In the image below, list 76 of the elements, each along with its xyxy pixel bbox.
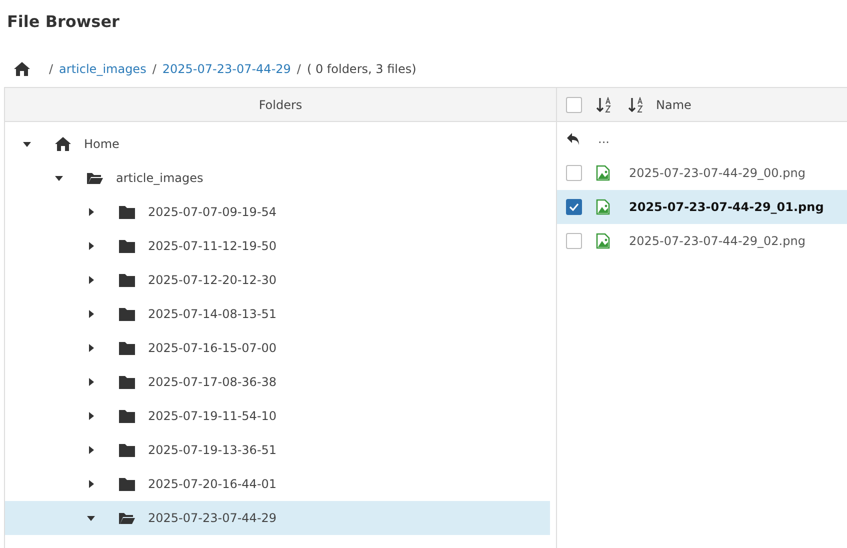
folder-name: 2025-07-19-11-54-10: [148, 409, 277, 423]
folder-name: 2025-07-16-15-07-00: [148, 341, 277, 355]
separator: /: [152, 62, 156, 76]
check-icon: [569, 203, 579, 211]
folder-summary: ( 0 folders, 3 files): [306, 62, 416, 76]
folder-icon: [118, 306, 136, 322]
caret-icon[interactable]: [54, 173, 64, 183]
image-file-icon: [596, 199, 610, 215]
folder-name: Home: [84, 137, 120, 151]
tree-item[interactable]: 2025-07-14-08-13-51: [5, 297, 550, 331]
folder-icon: [118, 374, 136, 390]
tree-item[interactable]: 2025-07-12-20-12-30: [5, 263, 550, 297]
folder-name: 2025-07-12-20-12-30: [148, 273, 277, 287]
caret-icon[interactable]: [86, 411, 96, 421]
caret-icon[interactable]: [86, 309, 96, 319]
caret-icon[interactable]: [86, 241, 96, 251]
file-checkbox[interactable]: [566, 233, 582, 249]
image-file-icon: [596, 165, 610, 181]
breadcrumb-link[interactable]: article_images: [59, 62, 146, 76]
folders-header: Folders: [5, 88, 556, 122]
folder-name: 2025-07-14-08-13-51: [148, 307, 277, 321]
separator: /: [296, 62, 301, 76]
file-checkbox[interactable]: [566, 199, 582, 215]
folder-icon: [118, 272, 136, 288]
folder-name: 2025-07-11-12-19-50: [148, 239, 277, 253]
folder-name: 2025-07-19-13-36-51: [148, 443, 277, 457]
tree-item[interactable]: Home: [5, 127, 550, 161]
home-icon: [54, 136, 72, 152]
file-name: 2025-07-23-07-44-29_02.png: [629, 234, 806, 248]
file-name: 2025-07-23-07-44-29_01.png: [629, 200, 824, 214]
page-title: File Browser: [6, 11, 120, 33]
folder-icon: [118, 442, 136, 458]
file-row[interactable]: 2025-07-23-07-44-29_02.png: [557, 224, 847, 258]
parent-folder-link[interactable]: ...: [598, 132, 610, 146]
tree-item[interactable]: 2025-07-23-07-44-29: [5, 501, 550, 535]
tree-item[interactable]: 2025-07-16-15-07-00: [5, 331, 550, 365]
folder-name: 2025-07-20-16-44-01: [148, 477, 277, 491]
tree-item[interactable]: 2025-07-20-16-44-01: [5, 467, 550, 501]
tree-item[interactable]: 2025-07-11-12-19-50: [5, 229, 550, 263]
folder-name: article_images: [116, 171, 204, 185]
folder-name: 2025-07-23-07-44-29: [148, 511, 277, 525]
caret-icon[interactable]: [22, 139, 32, 149]
folder-icon: [118, 510, 136, 526]
caret-icon[interactable]: [86, 343, 96, 353]
sort-icon[interactable]: [628, 96, 646, 112]
file-checkbox[interactable]: [566, 165, 582, 181]
file-row[interactable]: 2025-07-23-07-44-29_01.png: [557, 190, 847, 224]
file-row[interactable]: 2025-07-23-07-44-29_00.png: [557, 156, 847, 190]
folder-icon: [118, 340, 136, 356]
caret-icon[interactable]: [86, 275, 96, 285]
folder-icon: [118, 476, 136, 492]
separator: /: [49, 62, 54, 76]
tree-item[interactable]: 2025-07-07-09-19-54: [5, 195, 550, 229]
home-icon[interactable]: [13, 60, 31, 76]
folder-icon: [118, 238, 136, 254]
sort-icon[interactable]: [596, 96, 614, 112]
caret-icon[interactable]: [86, 445, 96, 455]
folder-icon: [118, 408, 136, 424]
caret-icon[interactable]: [86, 479, 96, 489]
tree-item[interactable]: 2025-07-17-08-36-38: [5, 365, 550, 399]
file-name: 2025-07-23-07-44-29_00.png: [629, 166, 806, 180]
caret-icon[interactable]: [86, 377, 96, 387]
tree-item[interactable]: 2025-07-19-11-54-10: [5, 399, 550, 433]
folder-name: 2025-07-17-08-36-38: [148, 375, 277, 389]
caret-icon[interactable]: [86, 513, 96, 523]
back-icon[interactable]: [566, 132, 582, 146]
folder-icon: [86, 170, 104, 186]
tree-item[interactable]: 2025-07-19-13-36-51: [5, 433, 550, 467]
image-file-icon: [596, 233, 610, 249]
folder-name: 2025-07-07-09-19-54: [148, 205, 277, 219]
tree-item[interactable]: article_images: [5, 161, 550, 195]
breadcrumb-link[interactable]: 2025-07-23-07-44-29: [162, 62, 291, 76]
name-column-header[interactable]: Name: [656, 98, 692, 112]
select-all-checkbox[interactable]: [566, 96, 582, 112]
caret-icon[interactable]: [86, 207, 96, 217]
folder-icon: [118, 204, 136, 220]
